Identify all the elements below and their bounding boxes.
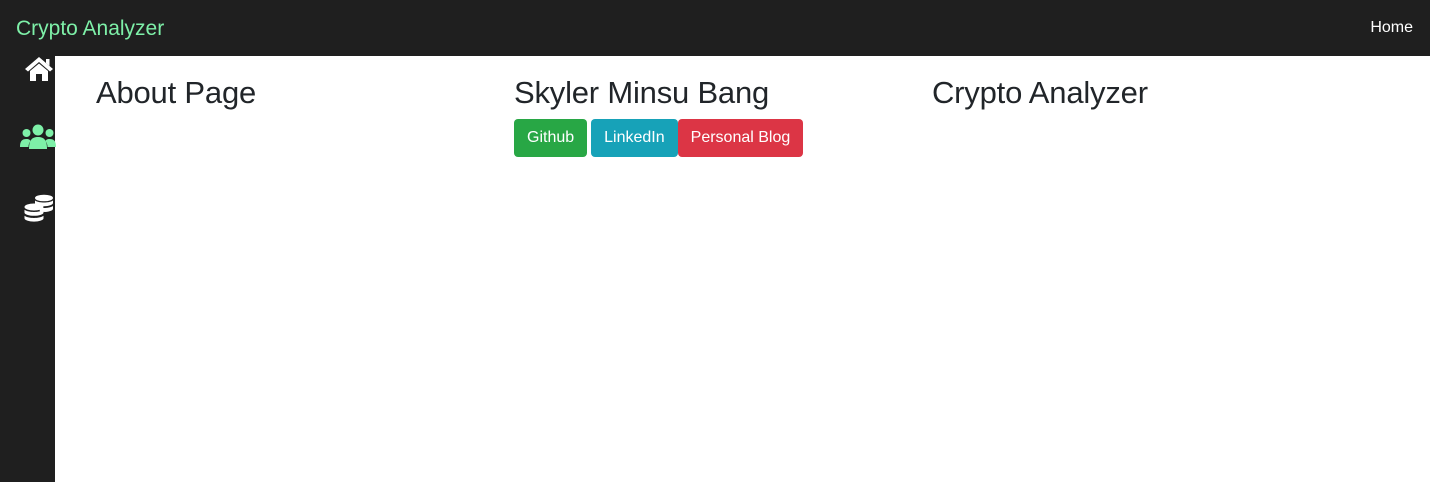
project-title: Crypto Analyzer	[932, 75, 1148, 110]
author-column: Skyler Minsu Bang Github LinkedIn Person…	[514, 74, 804, 158]
users-icon[interactable]	[20, 124, 56, 150]
top-navbar: Crypto Analyzer Home	[0, 0, 1430, 56]
brand-link[interactable]: Crypto Analyzer	[16, 18, 164, 39]
home-icon[interactable]	[24, 56, 54, 82]
project-column: Crypto Analyzer	[932, 74, 1148, 111]
page-title: About Page	[96, 75, 257, 110]
main-content: About Page Skyler Minsu Bang Github Link…	[55, 56, 1430, 482]
about-column: About Page	[96, 74, 256, 111]
author-name: Skyler Minsu Bang	[514, 75, 770, 110]
home-nav-link[interactable]: Home	[1370, 19, 1413, 37]
coins-icon[interactable]	[24, 194, 54, 222]
sidebar	[0, 56, 56, 482]
linkedin-button[interactable]: LinkedIn	[591, 119, 678, 158]
personal-blog-button[interactable]: Personal Blog	[677, 119, 804, 158]
github-button[interactable]: Github	[514, 119, 588, 158]
social-links: Github LinkedIn Personal Blog	[514, 119, 804, 158]
